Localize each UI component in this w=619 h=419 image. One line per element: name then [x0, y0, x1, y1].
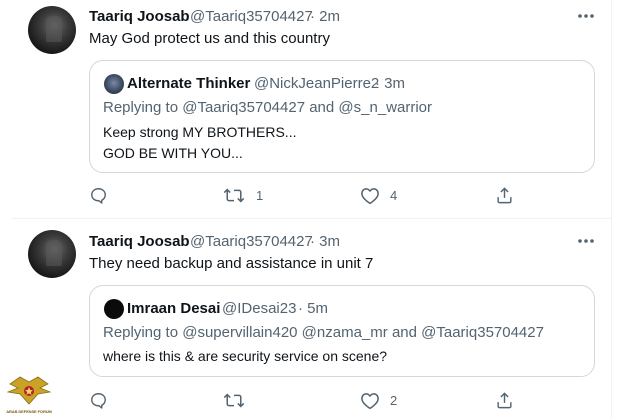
replying-and: and	[391, 324, 417, 341]
share-icon[interactable]	[495, 391, 514, 410]
retweet-icon[interactable]	[223, 186, 245, 205]
more-icon[interactable]	[576, 6, 596, 26]
retweet-count: 1	[256, 188, 264, 203]
quote-avatar	[104, 74, 124, 94]
mention-link[interactable]: @s_n_warrior	[338, 99, 432, 116]
author-handle[interactable]: @Taariq35704427	[190, 233, 313, 250]
avatar[interactable]	[28, 6, 76, 54]
mention-link[interactable]: @Taariq35704427	[421, 324, 544, 341]
mention-link[interactable]: @Taariq35704427	[182, 99, 305, 116]
quote-text-line: GOD BE WITH YOU...	[103, 145, 243, 161]
tweet-text: May God protect us and this country	[89, 30, 330, 47]
like-icon[interactable]	[360, 186, 380, 205]
quote-time: · 3m	[375, 75, 405, 92]
like-count: 4	[390, 188, 398, 203]
tweet-time[interactable]: · 3m	[310, 233, 340, 250]
like-icon[interactable]	[360, 391, 380, 410]
replying-prefix: Replying to	[103, 324, 179, 341]
quote-author-handle: @NickJeanPierre2	[254, 75, 380, 92]
quote-card[interactable]: Imraan Desai @IDesai23 · 5m Replying to …	[89, 285, 595, 377]
tweet-time[interactable]: · 2m	[310, 8, 340, 25]
quote-author-name: Imraan Desai	[127, 300, 221, 317]
replying-prefix: Replying to	[103, 99, 179, 116]
replying-to: Replying to @supervillain420 @nzama_mr a…	[103, 324, 544, 341]
replying-to: Replying to @Taariq35704427 and @s_n_war…	[103, 99, 432, 116]
tweet[interactable]: Taariq Joosab @Taariq35704427 · 3m They …	[0, 219, 611, 419]
author-name[interactable]: Taariq Joosab	[89, 8, 190, 25]
quote-text-line: where is this & are security service on …	[103, 348, 388, 364]
replying-and: and	[309, 99, 335, 116]
watermark-logo: ARAB DEFENSE FORUM	[6, 376, 52, 418]
tweet-text: They need backup and assistance in unit …	[89, 255, 374, 272]
quote-text-line: Keep strong MY BROTHERS...	[103, 124, 297, 140]
watermark-text: ARAB DEFENSE FORUM	[6, 409, 52, 414]
more-icon[interactable]	[576, 231, 596, 251]
quote-card[interactable]: Alternate Thinker @NickJeanPierre2 · 3m …	[89, 60, 595, 173]
quote-time: · 5m	[298, 300, 328, 317]
quote-author-handle: @IDesai23	[222, 300, 297, 317]
quote-avatar	[104, 299, 124, 319]
mention-link[interactable]: @supervillain420 @nzama_mr	[182, 324, 388, 341]
timeline-border	[611, 0, 612, 419]
like-count: 2	[390, 393, 398, 408]
reply-icon[interactable]	[89, 186, 108, 205]
tweet[interactable]: Taariq Joosab @Taariq35704427 · 2m May G…	[0, 0, 611, 218]
author-handle[interactable]: @Taariq35704427	[190, 8, 313, 25]
author-name[interactable]: Taariq Joosab	[89, 233, 190, 250]
quote-author-name: Alternate Thinker	[127, 75, 251, 92]
retweet-icon[interactable]	[223, 391, 245, 410]
share-icon[interactable]	[495, 186, 514, 205]
reply-icon[interactable]	[89, 391, 108, 410]
avatar[interactable]	[28, 230, 76, 278]
